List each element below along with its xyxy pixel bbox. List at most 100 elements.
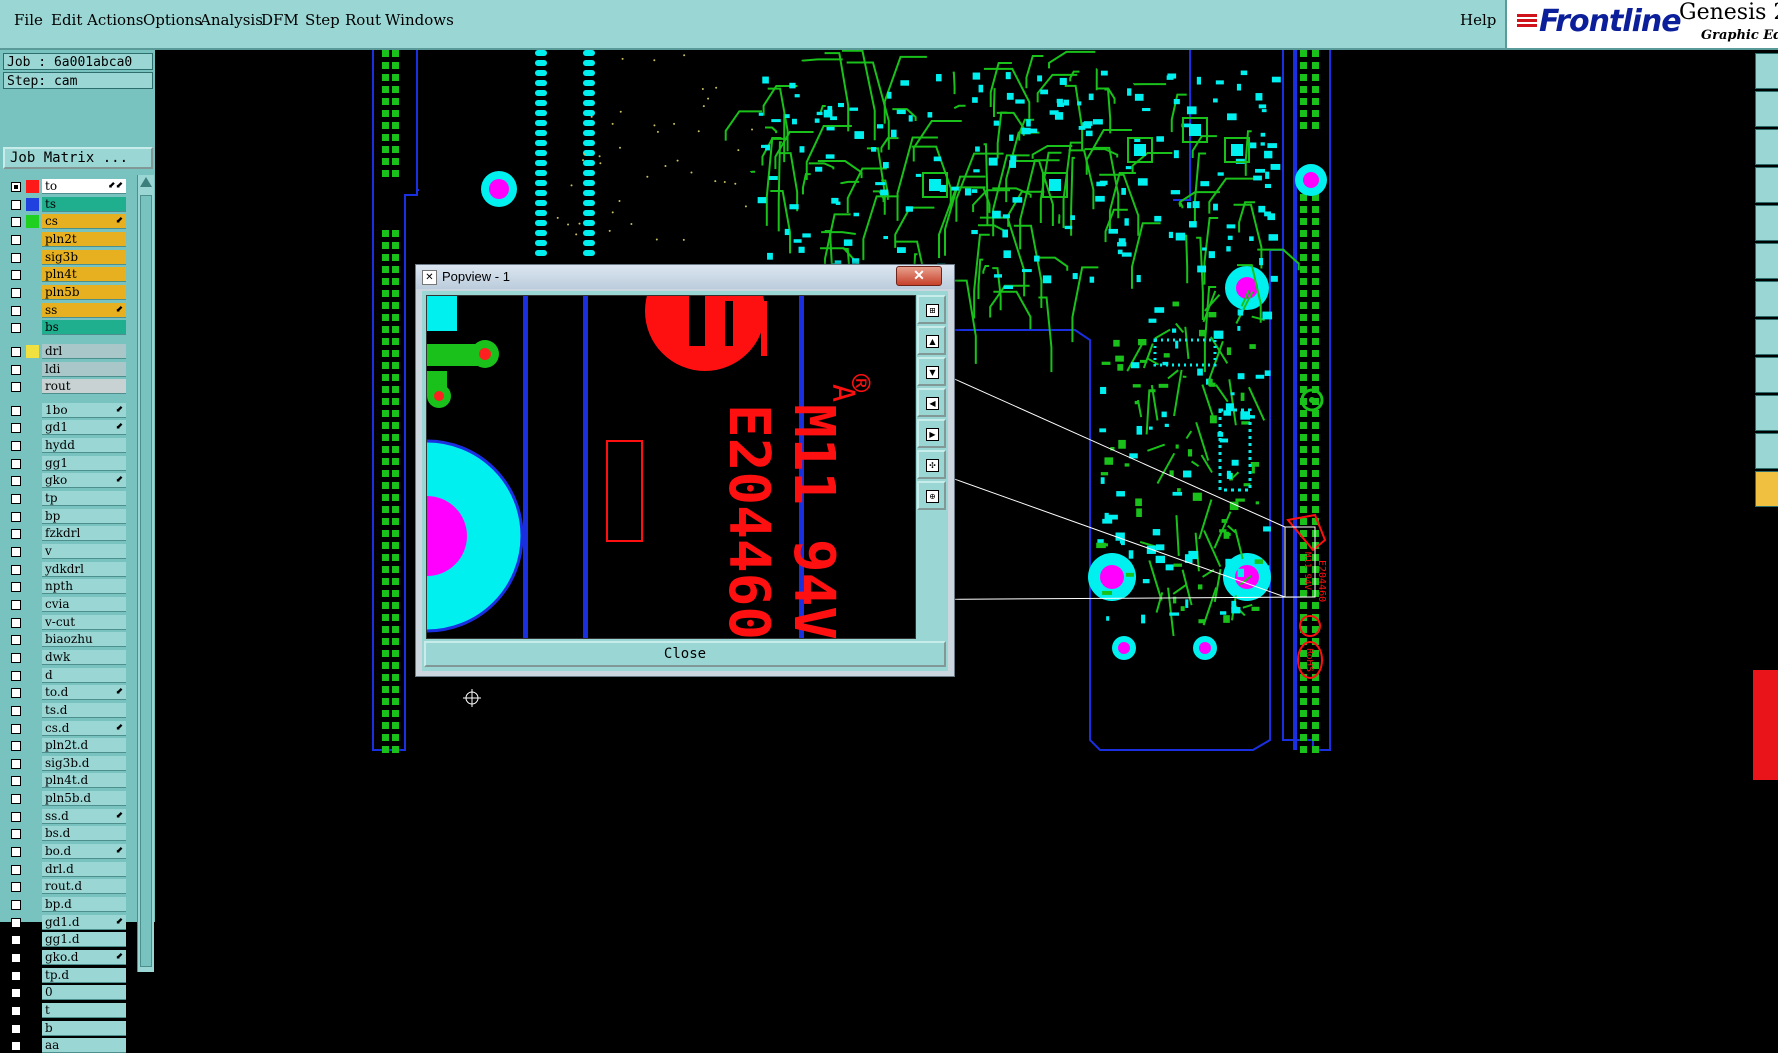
layer-row-ts-d[interactable]: ts.d xyxy=(5,703,125,718)
layer-name[interactable]: pln4t.d xyxy=(42,773,126,788)
layer-name[interactable]: bp xyxy=(42,509,126,524)
layer-checkbox[interactable] xyxy=(11,406,21,416)
layer-name[interactable]: pln5b.d xyxy=(42,791,126,806)
layer-checkbox[interactable] xyxy=(11,688,21,698)
layer-color-swatch[interactable] xyxy=(26,251,39,264)
popview-zoom-view[interactable]: E204460 M11 94V- ® A xyxy=(426,295,916,639)
layer-name[interactable]: pln2t xyxy=(42,232,126,247)
layer-checkbox[interactable] xyxy=(11,706,21,716)
menu-file[interactable]: File xyxy=(14,11,43,29)
layer-color-swatch[interactable] xyxy=(26,492,39,505)
layer-color-swatch[interactable] xyxy=(26,233,39,246)
layer-checkbox[interactable] xyxy=(11,741,21,751)
layer-name[interactable]: v xyxy=(42,544,126,559)
layer-name[interactable]: ts xyxy=(42,197,126,212)
layer-name[interactable]: v-cut xyxy=(42,615,126,630)
layer-row-tp[interactable]: tp xyxy=(5,491,125,506)
layer-row-1bo[interactable]: 1bo⬋ xyxy=(5,403,125,418)
layer-color-swatch[interactable] xyxy=(26,180,39,193)
pan-left-button[interactable]: ◀ xyxy=(917,388,946,417)
layer-color-swatch[interactable] xyxy=(26,268,39,281)
layer-checkbox[interactable] xyxy=(11,794,21,804)
layer-name[interactable]: bp.d xyxy=(42,897,126,912)
layer-color-swatch[interactable] xyxy=(26,510,39,523)
layer-color-swatch[interactable] xyxy=(26,722,39,735)
layer-color-swatch[interactable] xyxy=(26,545,39,558)
popview-titlebar[interactable]: ✕ Popview - 1 ✕ xyxy=(416,265,954,289)
layer-checkbox[interactable] xyxy=(11,1006,21,1016)
pan-right-button[interactable]: ▶ xyxy=(917,419,946,448)
layer-row-gg1[interactable]: gg1 xyxy=(5,456,125,471)
layer-row-bs-d[interactable]: bs.d xyxy=(5,826,125,841)
tool-button-5[interactable] xyxy=(1755,205,1778,241)
layer-color-swatch[interactable] xyxy=(26,286,39,299)
layer-checkbox[interactable] xyxy=(11,235,21,245)
layer-row-to-d[interactable]: to.d⬋ xyxy=(5,685,125,700)
layer-checkbox[interactable] xyxy=(11,882,21,892)
layer-scrollbar[interactable] xyxy=(137,175,154,972)
layer-name[interactable]: ldi xyxy=(42,362,126,377)
zoom-home-button[interactable]: ⊞ xyxy=(917,295,946,324)
menu-rout[interactable]: Rout xyxy=(345,11,381,29)
layer-row-hydd[interactable]: hydd xyxy=(5,438,125,453)
tool-button-6[interactable] xyxy=(1755,243,1778,279)
layer-name[interactable]: gd1.d⬋ xyxy=(42,915,126,930)
layer-color-swatch[interactable] xyxy=(26,933,39,946)
layer-color-swatch[interactable] xyxy=(26,616,39,629)
layer-name[interactable]: cvia xyxy=(42,597,126,612)
layer-name[interactable]: cs⬋ xyxy=(42,214,126,229)
layer-row-pln4t[interactable]: pln4t xyxy=(5,267,125,282)
layer-name[interactable]: tp.d xyxy=(42,968,126,983)
layer-color-swatch[interactable] xyxy=(26,774,39,787)
layer-row-d[interactable]: d xyxy=(5,668,125,683)
layer-checkbox[interactable] xyxy=(11,776,21,786)
layer-name[interactable]: gg1 xyxy=(42,456,126,471)
layer-row-v-cut[interactable]: v-cut xyxy=(5,615,125,630)
layer-color-swatch[interactable] xyxy=(26,1039,39,1052)
layer-color-swatch[interactable] xyxy=(26,880,39,893)
layer-checkbox[interactable] xyxy=(11,671,21,681)
layer-checkbox[interactable] xyxy=(11,900,21,910)
layer-color-swatch[interactable] xyxy=(26,863,39,876)
layer-color-swatch[interactable] xyxy=(26,739,39,752)
layer-color-swatch[interactable] xyxy=(26,363,39,376)
layer-checkbox[interactable] xyxy=(11,182,21,192)
layer-color-swatch[interactable] xyxy=(26,757,39,770)
layer-row-ldi[interactable]: ldi xyxy=(5,362,125,377)
layer-row-ss[interactable]: ss⬋ xyxy=(5,303,125,318)
job-matrix-button[interactable]: Job Matrix ... xyxy=(3,147,153,169)
layer-color-swatch[interactable] xyxy=(26,810,39,823)
layer-checkbox[interactable] xyxy=(11,494,21,504)
layer-checkbox[interactable] xyxy=(11,382,21,392)
layer-name[interactable]: to.d⬋ xyxy=(42,685,126,700)
layer-row-drl[interactable]: drl xyxy=(5,344,125,359)
layer-row-fzkdrl[interactable]: fzkdrl xyxy=(5,526,125,541)
layer-checkbox[interactable] xyxy=(11,653,21,663)
layer-checkbox[interactable] xyxy=(11,476,21,486)
layer-row-npth[interactable]: npth xyxy=(5,579,125,594)
tool-button-10[interactable] xyxy=(1755,395,1778,431)
layer-checkbox[interactable] xyxy=(11,988,21,998)
layer-name[interactable]: dwk xyxy=(42,650,126,665)
layer-row-pln5b[interactable]: pln5b xyxy=(5,285,125,300)
layer-row-cvia[interactable]: cvia xyxy=(5,597,125,612)
menu-help[interactable]: Help xyxy=(1460,11,1496,29)
layer-color-swatch[interactable] xyxy=(26,474,39,487)
layer-checkbox[interactable] xyxy=(11,971,21,981)
layer-name[interactable]: gko.d⬋ xyxy=(42,950,126,965)
zoom-fit-button[interactable]: ✣ xyxy=(917,450,946,479)
layer-name[interactable]: 1bo⬋ xyxy=(42,403,126,418)
layer-checkbox[interactable] xyxy=(11,847,21,857)
layer-row-cs-d[interactable]: cs.d⬋ xyxy=(5,721,125,736)
layer-checkbox[interactable] xyxy=(11,423,21,433)
layer-row-pln2t[interactable]: pln2t xyxy=(5,232,125,247)
layer-color-swatch[interactable] xyxy=(26,827,39,840)
layer-name[interactable]: bo.d⬋ xyxy=(42,844,126,859)
layer-row-b[interactable]: b xyxy=(5,1021,125,1036)
menu-edit[interactable]: Edit xyxy=(51,11,82,29)
scroll-thumb[interactable] xyxy=(140,195,152,967)
layer-name[interactable]: 0 xyxy=(42,985,126,1000)
tool-button-1[interactable] xyxy=(1755,53,1778,89)
layer-checkbox[interactable] xyxy=(11,288,21,298)
layer-name[interactable]: t xyxy=(42,1003,126,1018)
